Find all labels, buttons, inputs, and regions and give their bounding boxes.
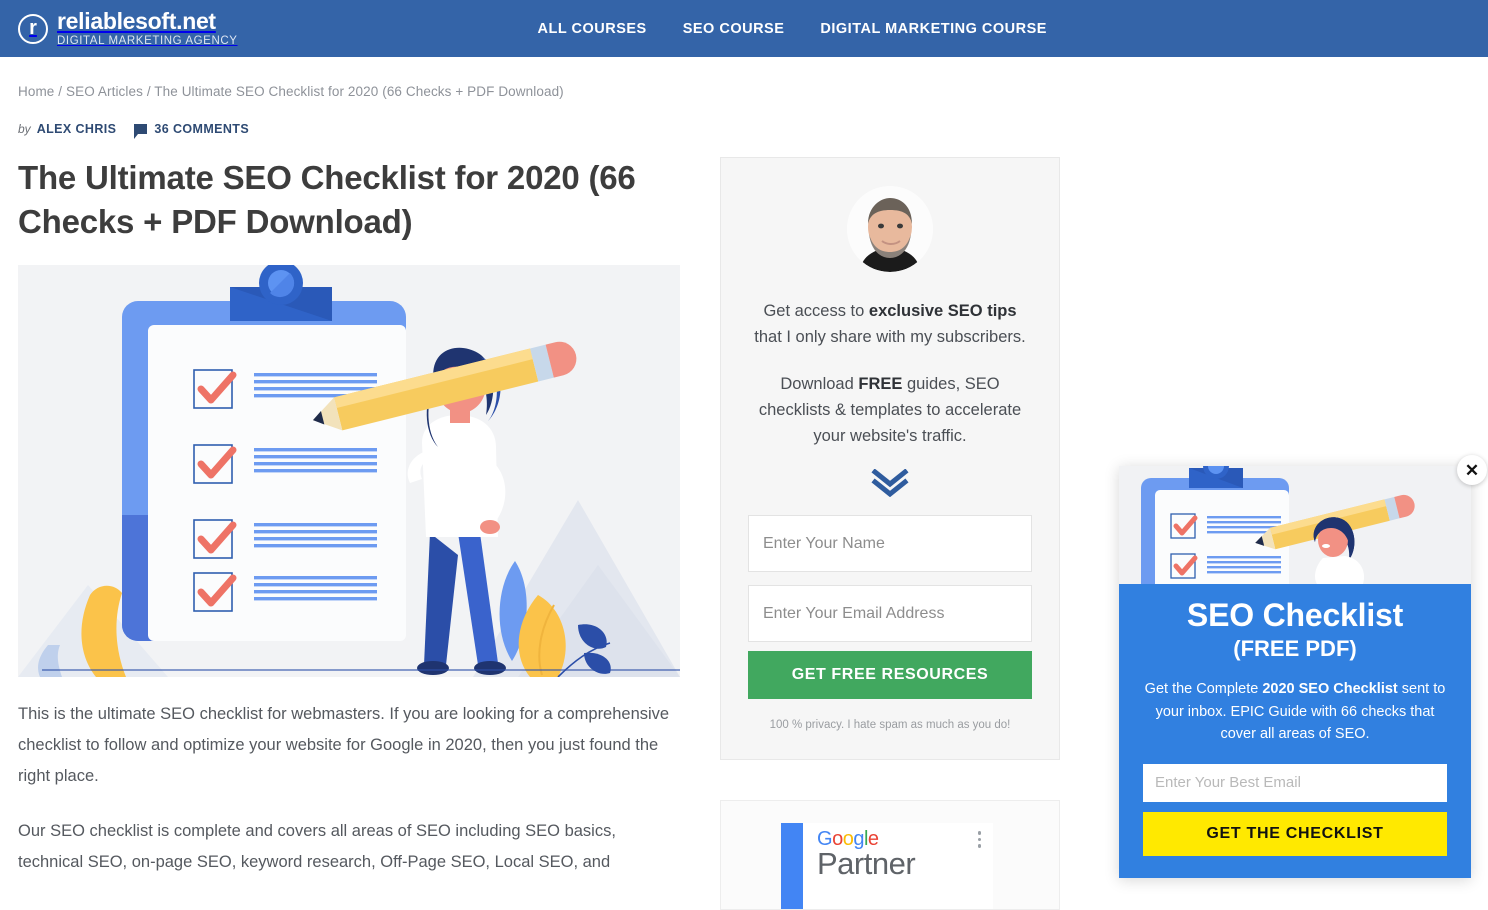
breadcrumb-separator-2: / [142, 84, 155, 99]
byline-author-link[interactable]: ALEX CHRIS [37, 122, 117, 136]
article-column: Home / SEO Articles / The Ultimate SEO C… [18, 57, 680, 910]
close-icon[interactable]: ✕ [1457, 455, 1487, 485]
get-free-resources-button[interactable]: GET FREE RESOURCES [748, 651, 1032, 700]
google-partner-badge[interactable]: Google Partner [781, 823, 993, 910]
nav-item-seo-course[interactable]: SEO COURSE [683, 21, 785, 37]
popup-title: SEO Checklist [1186, 597, 1404, 633]
optin-text-strong: exclusive SEO tips [868, 302, 1017, 320]
article-paragraph: Our SEO checklist is complete and covers… [18, 822, 616, 872]
byline-by-label: by [18, 122, 31, 136]
optin-text-part: Download [780, 375, 859, 394]
brand-tagline: DIGITAL MARKETING AGENCY [57, 34, 238, 47]
more-options-icon[interactable] [977, 831, 981, 851]
comment-bubble-icon [134, 124, 148, 139]
popup-illustration [1119, 466, 1471, 584]
google-partner-widget: Google Partner [720, 800, 1060, 910]
author-avatar [847, 186, 933, 272]
google-partner-accent-bar [781, 823, 803, 910]
seo-checklist-illustration [18, 265, 680, 678]
optin-headline-1: Get access to exclusive SEO tips that I … [748, 298, 1032, 350]
sidebar: Get access to exclusive SEO tips that I … [720, 57, 1060, 910]
newsletter-optin-widget: Get access to exclusive SEO tips that I … [720, 157, 1060, 761]
nav-item-digital-marketing-course[interactable]: DIGITAL MARKETING COURSE [820, 21, 1047, 37]
featured-image [18, 265, 680, 678]
breadcrumb-home[interactable]: Home [18, 84, 54, 99]
logo-mark-icon: r [18, 13, 48, 44]
email-input[interactable] [748, 585, 1032, 643]
site-header: r reliablesoft.net DIGITAL MARKETING AGE… [0, 0, 1488, 57]
brand-name: reliablesoft.net [57, 7, 216, 34]
article-body: This is the ultimate SEO checklist for w… [18, 699, 680, 878]
popup-description: Get the Complete 2020 SEO Checklist sent… [1143, 678, 1447, 745]
optin-text-part: Get access to [763, 302, 869, 320]
site-logo[interactable]: r reliablesoft.net DIGITAL MARKETING AGE… [18, 7, 238, 48]
get-the-checklist-button[interactable]: GET THE CHECKLIST [1143, 811, 1447, 856]
optin-headline-2: Download FREE guides, SEO checklists & t… [748, 371, 1032, 449]
popup-checklist-illustration [1119, 466, 1471, 584]
page-title: The Ultimate SEO Checklist for 2020 (66 … [18, 159, 636, 240]
popup-subtitle: (FREE PDF) [1233, 635, 1357, 661]
breadcrumb: Home / SEO Articles / The Ultimate SEO C… [18, 57, 680, 99]
popup-desc-strong: 2020 SEO Checklist [1262, 681, 1398, 698]
post-byline: by ALEX CHRIS 36 COMMENTS [18, 122, 680, 139]
name-input[interactable] [748, 515, 1032, 573]
main-navigation: ALL COURSES SEO COURSE DIGITAL MARKETING… [538, 21, 1047, 37]
popup-email-input[interactable] [1143, 763, 1447, 802]
article-paragraph: This is the ultimate SEO checklist for w… [18, 705, 670, 786]
privacy-note: 100 % privacy. I hate spam as much as yo… [769, 719, 1011, 732]
optin-text-strong: FREE [858, 375, 903, 394]
breadcrumb-separator-1: / [54, 84, 66, 99]
byline-comments-link[interactable]: 36 COMMENTS [154, 122, 249, 136]
breadcrumb-current: The Ultimate SEO Checklist for 2020 (66 … [154, 84, 564, 99]
breadcrumb-seo-articles[interactable]: SEO Articles [66, 84, 143, 99]
partner-wordmark: Partner [817, 846, 916, 882]
optin-text-part: that I only share with my subscribers. [754, 328, 1026, 347]
chevron-down-icon [748, 468, 1032, 502]
popup-desc-part: Get the Complete [1144, 681, 1263, 698]
seo-checklist-popup: SEO Checklist (FREE PDF) Get the Complet… [1119, 466, 1471, 878]
nav-item-all-courses[interactable]: ALL COURSES [538, 21, 647, 37]
